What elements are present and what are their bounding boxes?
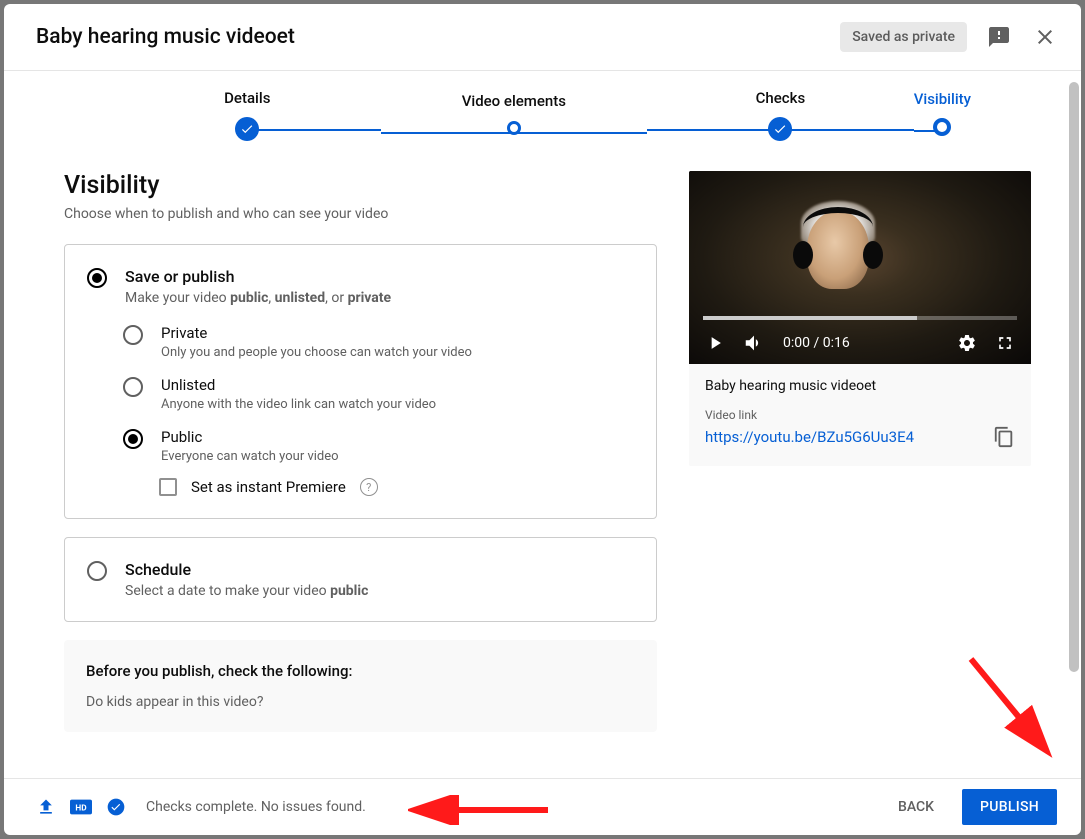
hd-icon: HD: [70, 799, 92, 815]
scrollbar[interactable]: [1069, 82, 1079, 672]
schedule-title: Schedule: [125, 560, 368, 579]
preview-video-title: Baby hearing music videoet: [705, 378, 1015, 394]
stepper: Details Video elements Checks Visibility: [4, 71, 1081, 141]
save-or-publish-desc: Make your video public, unlisted, or pri…: [125, 290, 391, 306]
close-icon[interactable]: [1033, 25, 1057, 49]
before-publish-card: Before you publish, check the following:…: [64, 640, 657, 732]
feedback-icon[interactable]: [987, 25, 1011, 49]
schedule-desc: Select a date to make your video public: [125, 583, 368, 599]
premiere-label: Set as instant Premiere: [191, 478, 346, 496]
fullscreen-icon[interactable]: [995, 333, 1015, 353]
save-or-publish-title: Save or publish: [125, 267, 391, 286]
footer-status: Checks complete. No issues found.: [146, 799, 366, 815]
upload-icon: [36, 797, 56, 817]
private-title: Private: [161, 324, 472, 342]
radio-unlisted[interactable]: [123, 377, 143, 397]
step-checks[interactable]: Checks: [647, 89, 914, 107]
radio-save-or-publish[interactable]: [87, 268, 107, 288]
step-visibility[interactable]: Visibility: [914, 90, 971, 108]
radio-schedule[interactable]: [87, 561, 107, 581]
play-icon[interactable]: [705, 333, 725, 353]
video-preview[interactable]: 0:00 / 0:16: [689, 171, 1031, 364]
checkbox-premiere[interactable]: [159, 478, 177, 496]
copy-icon[interactable]: [993, 426, 1015, 448]
step-video-elements[interactable]: Video elements: [381, 92, 648, 110]
publish-button[interactable]: PUBLISH: [962, 789, 1057, 825]
save-or-publish-card: Save or publish Make your video public, …: [64, 244, 657, 519]
unlisted-title: Unlisted: [161, 376, 436, 394]
radio-private[interactable]: [123, 325, 143, 345]
volume-icon[interactable]: [743, 332, 765, 354]
back-button[interactable]: BACK: [884, 789, 948, 825]
unlisted-desc: Anyone with the video link can watch you…: [161, 397, 436, 412]
help-icon[interactable]: ?: [360, 478, 378, 496]
before-publish-q1: Do kids appear in this video?: [86, 694, 635, 710]
save-status-badge: Saved as private: [840, 22, 967, 52]
progress-bar[interactable]: [703, 316, 1017, 320]
before-publish-title: Before you publish, check the following:: [86, 662, 635, 680]
video-time: 0:00 / 0:16: [783, 335, 850, 351]
section-title: Visibility: [64, 171, 657, 200]
radio-public[interactable]: [123, 429, 143, 449]
private-desc: Only you and people you choose can watch…: [161, 345, 472, 360]
video-link-label: Video link: [705, 408, 1015, 422]
section-subtitle: Choose when to publish and who can see y…: [64, 206, 657, 222]
public-desc: Everyone can watch your video: [161, 449, 339, 464]
schedule-card: Schedule Select a date to make your vide…: [64, 537, 657, 622]
dialog-title: Baby hearing music videoet: [36, 25, 840, 49]
check-circle-icon: [106, 797, 126, 817]
public-title: Public: [161, 428, 339, 446]
settings-icon[interactable]: [957, 333, 977, 353]
svg-text:HD: HD: [75, 804, 87, 814]
step-details[interactable]: Details: [114, 89, 381, 107]
video-link[interactable]: https://youtu.be/BZu5G6Uu3E4: [705, 428, 914, 446]
